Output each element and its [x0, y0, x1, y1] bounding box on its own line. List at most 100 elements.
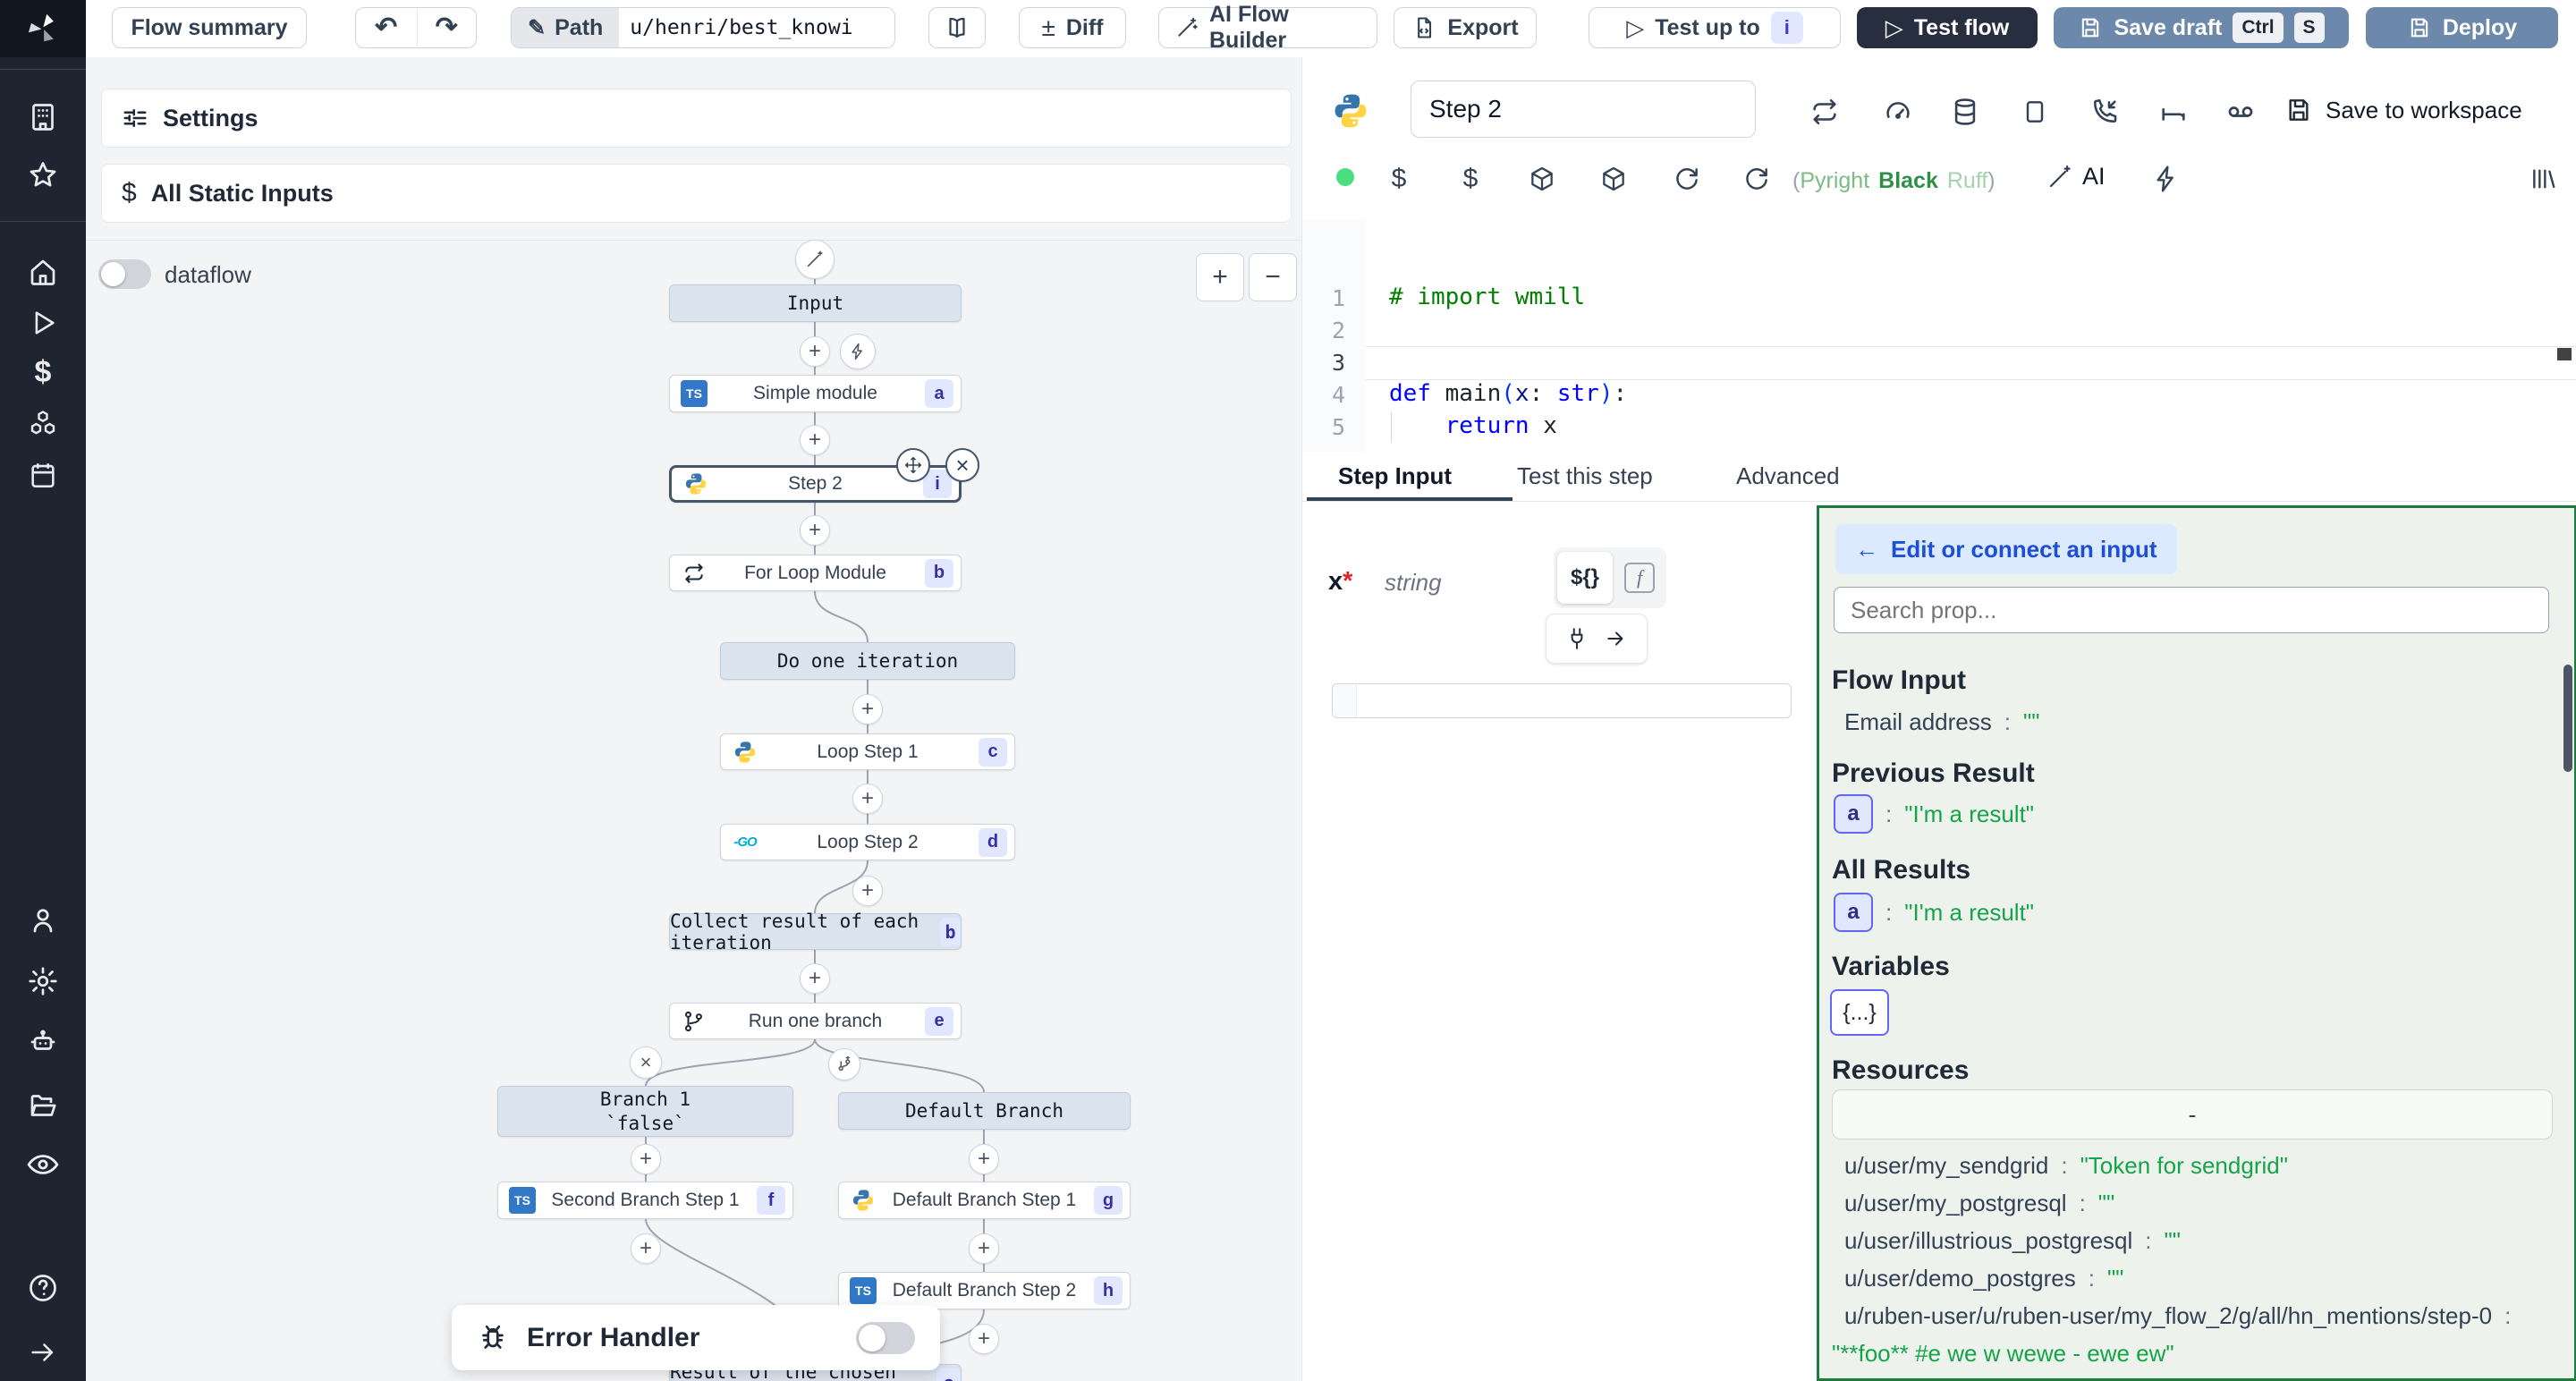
test-up-to-button[interactable]: ▷ Test up to i [1589, 7, 1841, 48]
account-person-icon[interactable] [25, 902, 61, 938]
flow-summary-button[interactable]: Flow summary [112, 7, 307, 48]
tab-advanced[interactable]: Advanced [1736, 452, 1840, 501]
folders-icon[interactable] [25, 1088, 61, 1123]
deploy-button[interactable]: Deploy [2366, 7, 2558, 48]
assets-dollar-button[interactable]: $ [1383, 163, 1415, 195]
diff-button[interactable]: ± Diff [1019, 7, 1126, 48]
add-step-button[interactable]: + [969, 1144, 999, 1174]
fn-mode-button[interactable]: f [1616, 552, 1663, 604]
variables-dollar-icon[interactable]: $ [25, 354, 61, 390]
step-id-chip[interactable]: a [1834, 893, 1873, 932]
ai-wand-node-button[interactable] [795, 240, 835, 279]
node-loop-step-2[interactable]: -GO Loop Step 2 d [720, 824, 1015, 860]
node-simple-module[interactable]: TS Simple module a [669, 375, 962, 412]
arrow-right-icon[interactable] [1605, 627, 1628, 650]
panel-scrollbar-thumb[interactable] [2563, 665, 2572, 772]
add-branch-button[interactable] [828, 1048, 860, 1080]
concurrency-gauge-icon[interactable] [1882, 96, 1914, 128]
edit-or-connect-pill[interactable]: ← Edit or connect an input [1835, 524, 2177, 574]
node-run-one-branch[interactable]: Run one branch e [669, 1003, 962, 1039]
tab-test-this-step[interactable]: Test this step [1517, 452, 1653, 501]
step-name-input[interactable] [1411, 80, 1756, 138]
node-default-branch-step-2[interactable]: TS Default Branch Step 2 h [838, 1272, 1131, 1309]
phone-call-icon[interactable] [2089, 96, 2121, 128]
resources-cubes-icon[interactable] [25, 406, 61, 442]
redo-button[interactable]: ↷ [418, 8, 477, 47]
refresh-icon[interactable] [1741, 163, 1773, 195]
move-step-button[interactable] [896, 448, 930, 482]
workers-robot-icon[interactable] [25, 1024, 61, 1060]
node-collect-result[interactable]: Collect result of each iteration b [669, 913, 962, 950]
ai-gen-button[interactable]: AI [2046, 163, 2106, 191]
flow-input-row[interactable]: Email address : "" [1844, 708, 2039, 736]
test-flow-button[interactable]: ▷ Test flow [1857, 7, 2038, 48]
error-handler-toggle[interactable] [856, 1322, 915, 1354]
help-icon[interactable] [25, 1270, 61, 1306]
schedules-calendar-icon[interactable] [25, 457, 61, 493]
sleep-bed-icon[interactable] [2157, 96, 2190, 128]
add-step-button[interactable]: + [631, 1144, 661, 1174]
audit-eye-icon[interactable] [25, 1147, 61, 1182]
resource-filter-box[interactable]: - [1832, 1089, 2553, 1140]
timeout-square-icon[interactable] [2019, 96, 2051, 128]
collapse-arrow-right-icon[interactable] [25, 1334, 61, 1370]
vars-dollar-button[interactable]: $ [1454, 163, 1487, 195]
node-default-branch[interactable]: Default Branch [838, 1092, 1131, 1130]
resource-row[interactable]: u/user/illustrious_postgresql : "" [1844, 1227, 2181, 1255]
expr-mode-button[interactable]: ${} [1557, 552, 1613, 604]
home-icon[interactable] [25, 254, 61, 290]
node-do-one-iteration[interactable]: Do one iteration [720, 642, 1015, 680]
remove-branch-button[interactable]: × [630, 1046, 662, 1079]
cache-loop-icon[interactable] [1809, 96, 1841, 128]
library-icon[interactable] [2528, 163, 2560, 195]
undo-button[interactable]: ↶ [356, 8, 418, 47]
add-step-button[interactable]: + [852, 784, 883, 814]
docs-book-button[interactable] [928, 7, 986, 48]
node-for-loop[interactable]: For Loop Module b [669, 555, 962, 591]
workspace-icon[interactable] [25, 99, 61, 135]
arg-value-input[interactable] [1332, 683, 1792, 718]
add-step-button[interactable]: + [800, 515, 830, 546]
path-input[interactable] [619, 8, 894, 47]
variables-expand-button[interactable]: {...} [1830, 989, 1889, 1036]
add-step-button[interactable]: + [969, 1324, 999, 1354]
add-step-button[interactable]: + [800, 963, 830, 994]
node-loop-step-1[interactable]: Loop Step 1 c [720, 733, 1015, 770]
export-button[interactable]: Export [1394, 7, 1537, 48]
add-step-button[interactable]: + [800, 425, 830, 455]
add-step-button[interactable]: + [800, 336, 830, 367]
add-step-button[interactable]: + [852, 694, 883, 724]
resource-row[interactable]: u/ruben-user/u/ruben-user/my_flow_2/g/al… [1844, 1302, 2511, 1330]
previous-result-row[interactable]: a : "I'm a result" [1834, 794, 2034, 834]
node-branch-1[interactable]: Branch 1 `false` [497, 1086, 793, 1137]
settings-gear-icon[interactable] [25, 963, 61, 999]
node-second-branch-step-1[interactable]: TS Second Branch Step 1 f [497, 1182, 793, 1219]
resource-row[interactable]: u/user/my_postgresql : "" [1844, 1190, 2114, 1217]
voicemail-icon[interactable] [2224, 96, 2257, 128]
favorites-star-icon[interactable] [25, 157, 61, 193]
node-default-branch-step-1[interactable]: Default Branch Step 1 g [838, 1182, 1131, 1219]
all-results-row[interactable]: a : "I'm a result" [1834, 893, 2034, 932]
add-step-button[interactable]: + [852, 876, 883, 906]
resource-row[interactable]: u/user/my_sendgrid : "Token for sendgrid… [1844, 1152, 2288, 1180]
runs-play-icon[interactable] [25, 305, 61, 341]
package-icon[interactable] [1597, 163, 1630, 195]
package-icon[interactable] [1526, 163, 1558, 195]
plug-icon[interactable] [1565, 627, 1589, 650]
editor-scrollbar-thumb[interactable] [2557, 348, 2572, 360]
lint-status[interactable]: (Pyright Black Ruff) [1792, 168, 1996, 194]
windmill-logo[interactable] [0, 0, 86, 57]
save-to-workspace-button[interactable]: Save to workspace [2284, 96, 2522, 124]
save-draft-button[interactable]: Save draft Ctrl S [2054, 7, 2349, 48]
resource-row-clipped[interactable]: u/ruben-user/... : "..." [1844, 1374, 2070, 1381]
add-step-button[interactable]: + [631, 1233, 661, 1264]
node-input[interactable]: Input [669, 284, 962, 322]
trigger-bolt-button[interactable] [840, 334, 876, 369]
add-step-button[interactable]: + [969, 1233, 999, 1264]
path-edit-button[interactable]: ✎ Path [512, 8, 619, 47]
delete-step-button[interactable]: × [945, 448, 979, 482]
tab-step-input[interactable]: Step Input [1338, 452, 1452, 501]
refresh-icon[interactable] [1671, 163, 1703, 195]
resource-row[interactable]: u/user/demo_postgres : "" [1844, 1265, 2123, 1292]
ai-flow-builder-button[interactable]: AI Flow Builder [1158, 7, 1377, 48]
